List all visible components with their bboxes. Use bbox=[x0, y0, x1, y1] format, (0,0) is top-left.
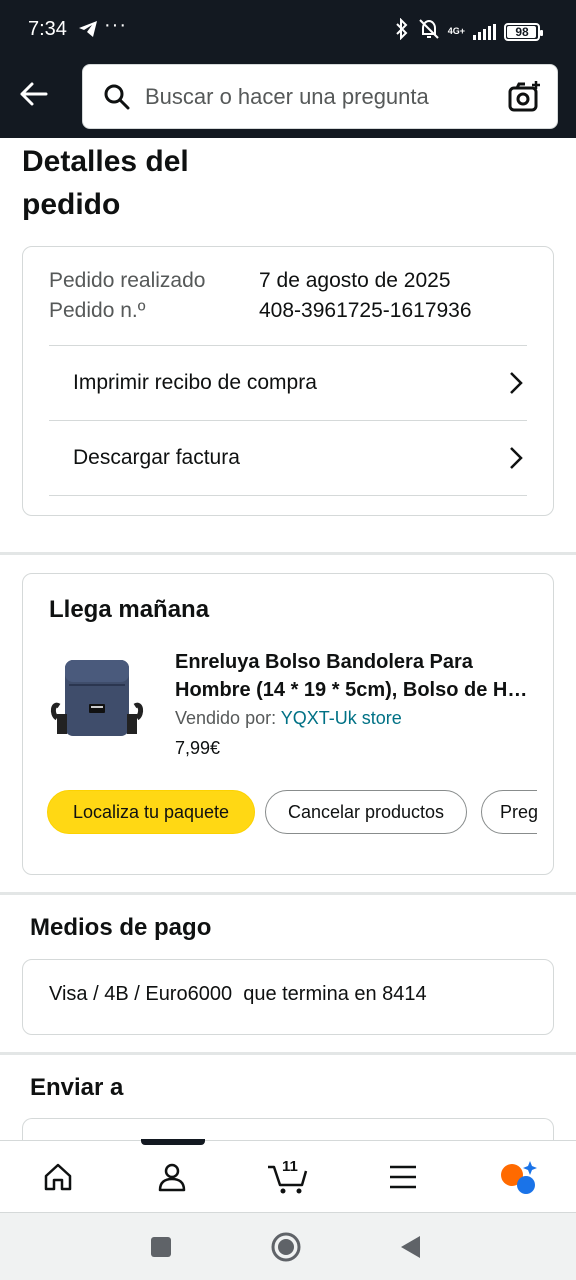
search-input[interactable]: Buscar o hacer una pregunta bbox=[145, 84, 429, 110]
product-title-line2: Hombre (14 * 19 * 5cm), Bolso de Hombro bbox=[175, 679, 535, 701]
system-back-icon[interactable] bbox=[394, 1231, 426, 1263]
order-summary-card: Pedido realizado 7 de agosto de 2025 Ped… bbox=[22, 246, 554, 516]
cart-count-badge: 11 bbox=[282, 1158, 298, 1175]
section-divider bbox=[0, 1052, 576, 1055]
ship-to-title: Enviar a bbox=[30, 1074, 124, 1101]
battery-level: 98 bbox=[515, 24, 529, 39]
rufus-icon[interactable] bbox=[488, 1155, 548, 1199]
back-arrow-icon[interactable] bbox=[16, 76, 52, 112]
seller-info: Vendido por: YQXT-Uk store bbox=[175, 708, 402, 729]
shipment-card: Llega mañana Enreluya Bolso Bandolera Pa… bbox=[22, 573, 554, 875]
account-icon[interactable] bbox=[142, 1155, 202, 1199]
shipment-actions: Localiza tu paquete Cancelar productos P… bbox=[47, 788, 537, 836]
network-type: 4G+ bbox=[447, 26, 465, 36]
section-divider bbox=[0, 892, 576, 895]
battery-icon: 98 bbox=[504, 22, 543, 41]
active-tab-indicator bbox=[141, 1139, 205, 1145]
order-date-value: 7 de agosto de 2025 bbox=[259, 269, 451, 292]
status-icons: 4G+ 98 bbox=[394, 17, 543, 45]
chevron-right-icon bbox=[510, 447, 523, 469]
delivery-status: Llega mañana bbox=[49, 596, 210, 623]
divider bbox=[49, 495, 527, 496]
signal-icon bbox=[473, 23, 496, 40]
camera-search-icon[interactable] bbox=[507, 79, 543, 120]
status-time: 7:34 bbox=[28, 18, 67, 40]
payment-section-title: Medios de pago bbox=[30, 914, 212, 941]
more-notifications-icon: ··· bbox=[104, 14, 127, 36]
system-navigation-bar bbox=[0, 1212, 576, 1280]
download-invoice-label: Descargar factura bbox=[73, 446, 240, 469]
menu-icon[interactable] bbox=[373, 1155, 433, 1199]
product-title-link[interactable]: Enreluya Bolso Bandolera Para Hombre (14… bbox=[175, 648, 535, 704]
payment-method-card: Visa / 4B / Euro6000 que termina en 8414 bbox=[22, 959, 554, 1035]
bluetooth-icon bbox=[394, 17, 410, 45]
download-invoice-link[interactable]: Descargar factura bbox=[49, 421, 527, 495]
print-receipt-label: Imprimir recibo de compra bbox=[73, 371, 317, 394]
ask-question-button[interactable]: Pregunta bbox=[481, 790, 537, 834]
seller-prefix: Vendido por: bbox=[175, 708, 277, 728]
payment-method: Visa / 4B / Euro6000 que termina en 8414 bbox=[49, 983, 427, 1005]
app-header: 7:34 ··· 4G+ 98 Buscar o hacer una pregu… bbox=[0, 0, 576, 138]
order-number-value: 408-3961725-1617936 bbox=[259, 299, 472, 322]
search-icon bbox=[103, 83, 131, 116]
order-number-label: Pedido n.º bbox=[49, 299, 146, 322]
section-divider bbox=[0, 552, 576, 555]
search-bar[interactable]: Buscar o hacer una pregunta bbox=[82, 64, 558, 129]
print-receipt-link[interactable]: Imprimir recibo de compra bbox=[49, 346, 527, 420]
chevron-right-icon bbox=[510, 372, 523, 394]
page-title: Detalles del pedido bbox=[22, 145, 189, 221]
status-bar: 7:34 ··· 4G+ 98 bbox=[0, 0, 576, 60]
bottom-navigation bbox=[0, 1139, 576, 1212]
cancel-items-button[interactable]: Cancelar productos bbox=[265, 790, 467, 834]
recent-apps-icon[interactable] bbox=[145, 1231, 177, 1263]
home-button-icon[interactable] bbox=[270, 1231, 302, 1263]
order-date-label: Pedido realizado bbox=[49, 269, 206, 292]
seller-link[interactable]: YQXT-Uk store bbox=[281, 708, 402, 728]
product-title-line1: Enreluya Bolso Bandolera Para bbox=[175, 651, 473, 673]
product-image[interactable] bbox=[45, 652, 149, 748]
telegram-icon bbox=[78, 20, 98, 43]
home-icon[interactable] bbox=[28, 1155, 88, 1199]
silent-bell-icon bbox=[418, 18, 440, 45]
track-package-button[interactable]: Localiza tu paquete bbox=[47, 790, 255, 834]
product-price: 7,99€ bbox=[175, 738, 221, 758]
